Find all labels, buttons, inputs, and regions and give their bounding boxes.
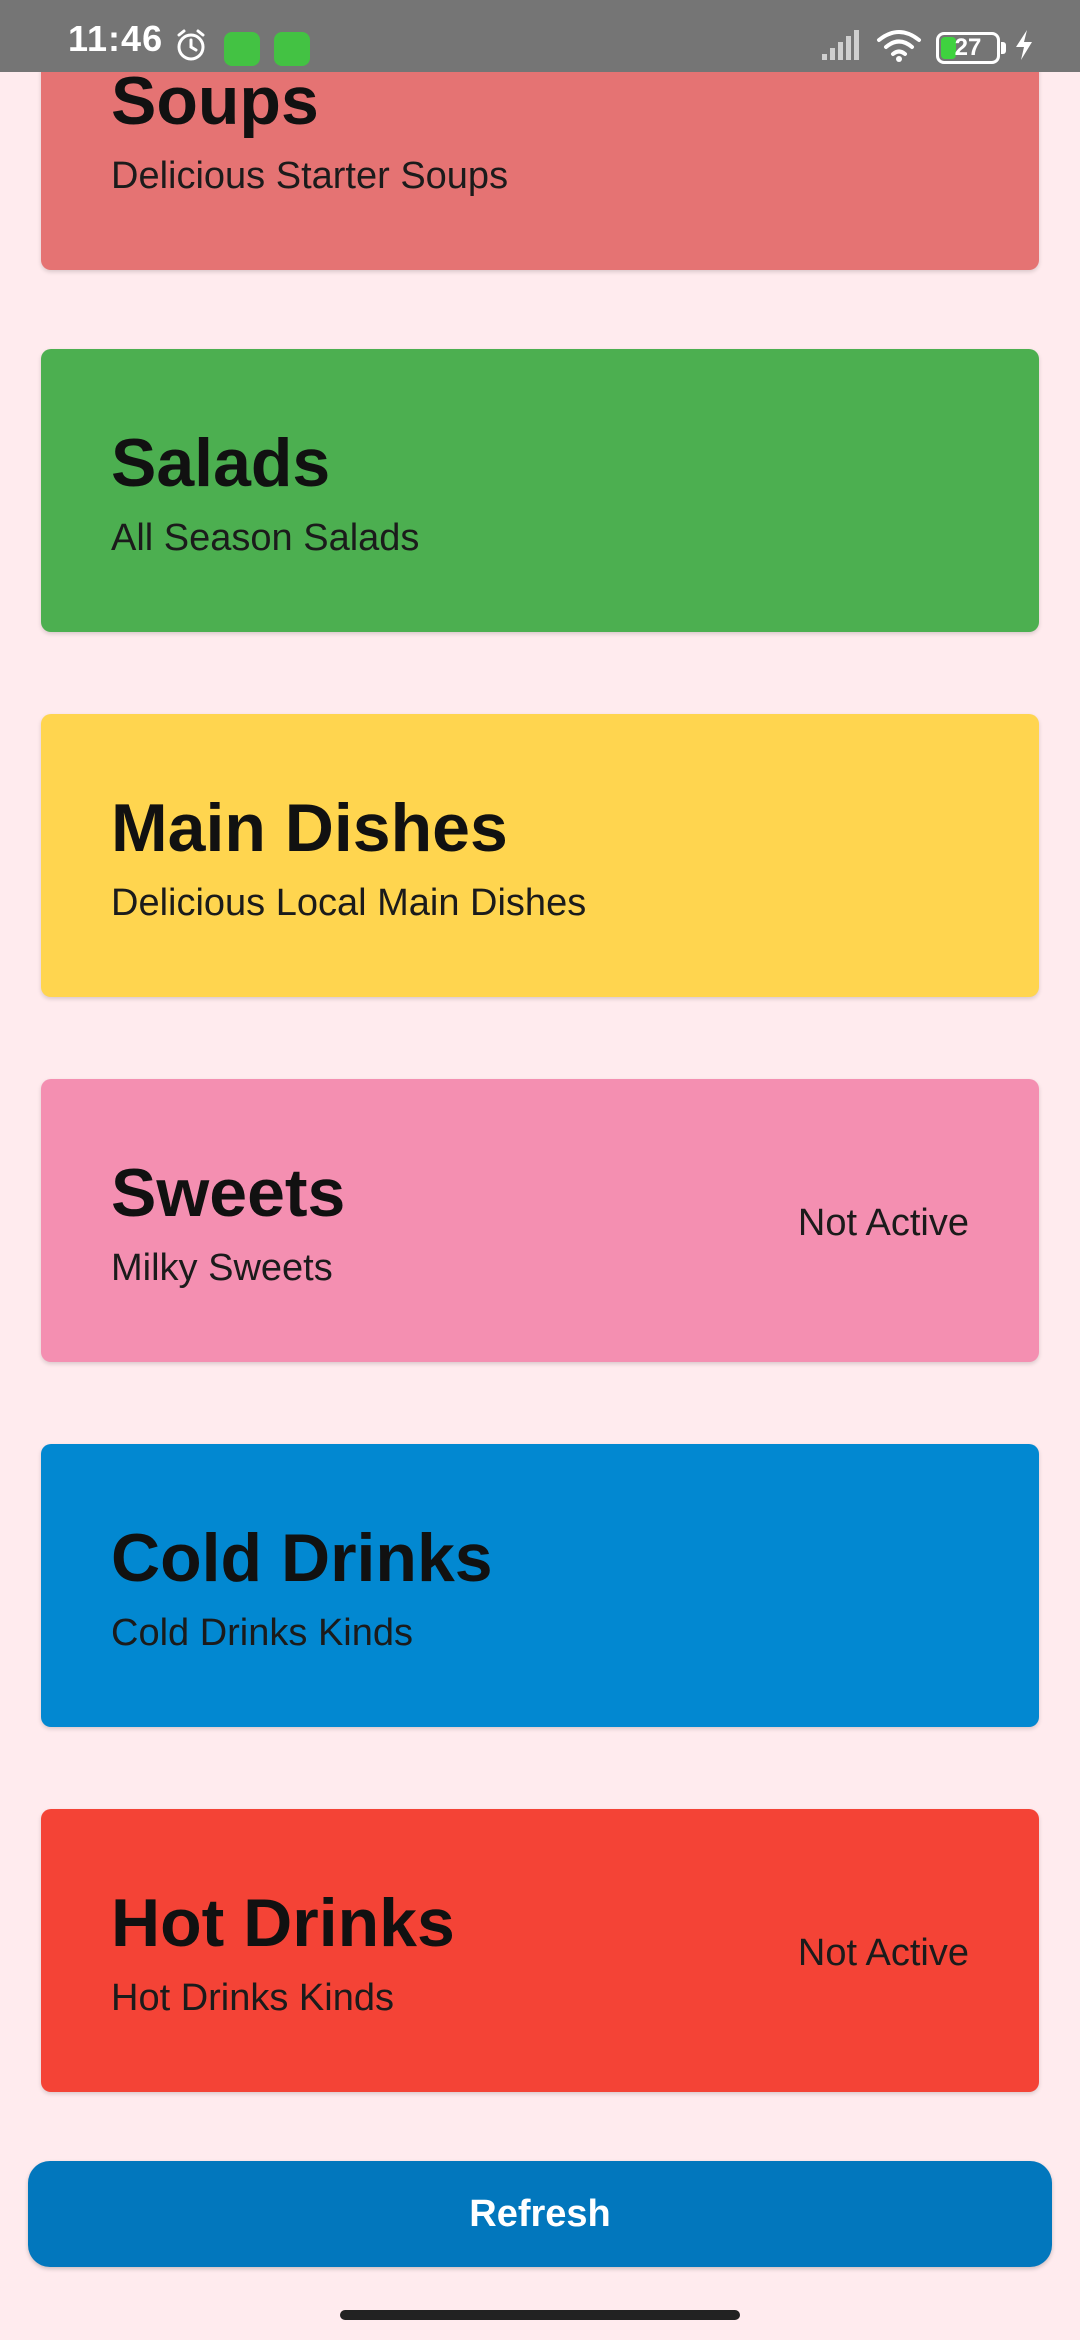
category-title: Main Dishes — [111, 790, 508, 866]
battery-level: 27 — [954, 34, 982, 61]
category-card-salads[interactable]: Salads All Season Salads — [41, 349, 1039, 632]
status-time: 11:46 — [68, 18, 164, 59]
signal-icon — [822, 30, 859, 60]
category-status: Not Active — [797, 1932, 969, 1974]
category-card-main-dishes[interactable]: Main Dishes Delicious Local Main Dishes — [41, 714, 1039, 997]
wifi-icon — [877, 30, 921, 62]
category-subtitle: Milky Sweets — [111, 1247, 333, 1289]
category-subtitle: Hot Drinks Kinds — [111, 1977, 394, 2019]
refresh-button[interactable]: Refresh — [28, 2161, 1052, 2267]
category-status: Not Active — [797, 1202, 969, 1244]
status-bar: 11:46 27 — [0, 0, 1080, 72]
battery-tip — [1001, 42, 1006, 54]
category-subtitle: Cold Drinks Kinds — [111, 1612, 413, 1654]
category-card-sweets[interactable]: Sweets Milky Sweets Not Active — [41, 1079, 1039, 1362]
category-subtitle: All Season Salads — [111, 517, 420, 559]
category-card-hot-drinks[interactable]: Hot Drinks Hot Drinks Kinds Not Active — [41, 1809, 1039, 2092]
category-subtitle: Delicious Starter Soups — [111, 155, 509, 197]
category-title: Sweets — [111, 1155, 346, 1231]
app-notification-icon — [224, 32, 260, 66]
category-card-cold-drinks[interactable]: Cold Drinks Cold Drinks Kinds — [41, 1444, 1039, 1727]
app-notification-icon — [274, 32, 310, 66]
category-subtitle: Delicious Local Main Dishes — [111, 882, 587, 924]
category-title: Soups — [111, 63, 319, 139]
battery-icon: 27 — [936, 32, 1000, 64]
category-title: Hot Drinks — [111, 1885, 455, 1961]
charging-icon — [1016, 30, 1032, 60]
category-title: Salads — [111, 425, 331, 501]
home-indicator[interactable] — [340, 2310, 740, 2320]
category-title: Cold Drinks — [111, 1520, 493, 1596]
alarm-icon — [177, 29, 205, 61]
